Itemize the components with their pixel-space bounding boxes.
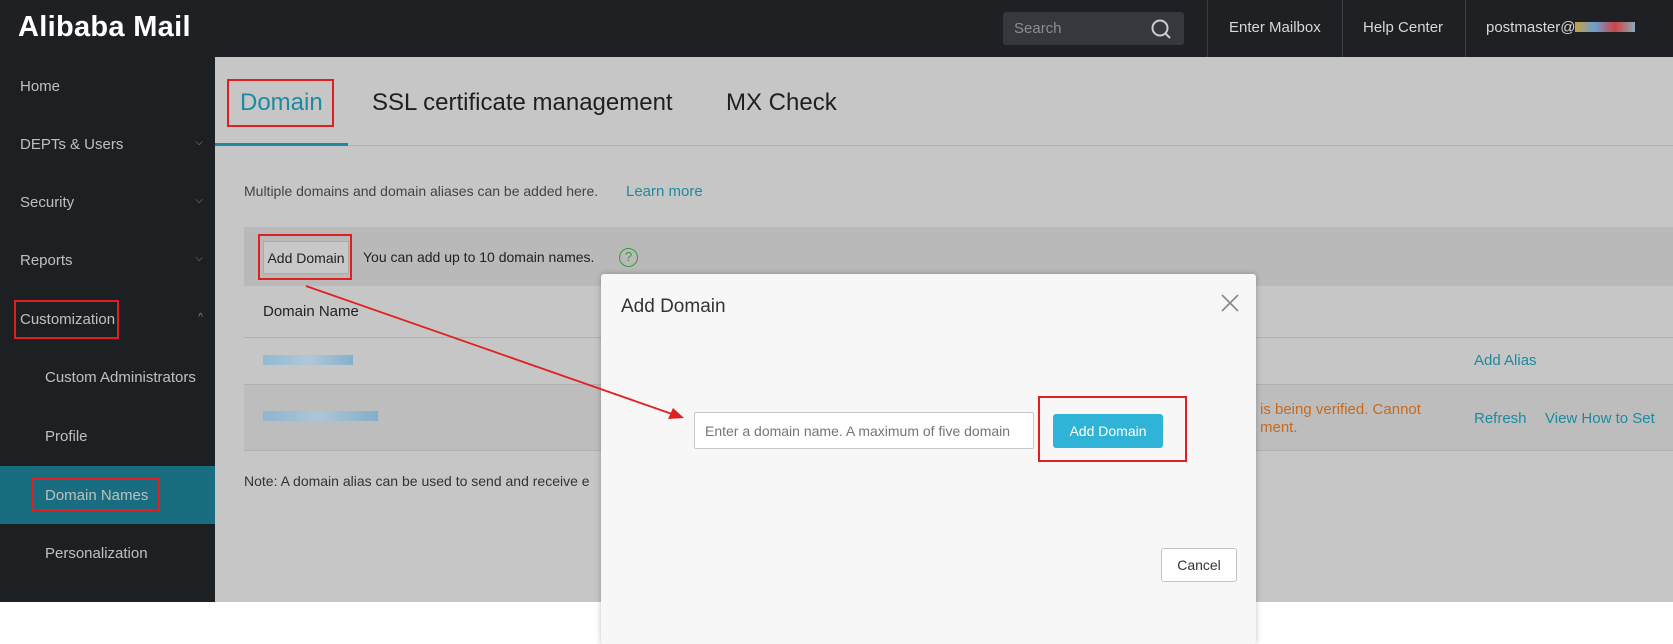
- help-icon[interactable]: ?: [619, 248, 638, 267]
- search-icon[interactable]: [1150, 18, 1172, 40]
- user-account-menu[interactable]: postmaster@: [1486, 19, 1636, 36]
- annotation-box: [1038, 396, 1187, 462]
- obscured-domain-name: [263, 411, 378, 421]
- annotation-box: [227, 79, 334, 127]
- user-email: postmaster@: [1486, 19, 1576, 36]
- divider: [1465, 0, 1466, 57]
- refresh-link[interactable]: Refresh: [1474, 410, 1527, 427]
- top-header: Alibaba Mail Search Enter Mailbox Help C…: [0, 0, 1673, 57]
- description: Multiple domains and domain aliases can …: [244, 183, 599, 199]
- logo: Alibaba Mail: [18, 11, 191, 43]
- view-how-to-set-link[interactable]: View How to Set: [1545, 410, 1655, 427]
- verification-status-cont: ment.: [1260, 419, 1298, 436]
- active-tab-indicator: [215, 143, 348, 146]
- obscured-domain-name: [263, 355, 353, 365]
- annotation-box: [32, 478, 160, 511]
- annotation-box: [14, 300, 119, 339]
- limit-text: You can add up to 10 domain names.: [363, 249, 595, 265]
- note-text: Note: A domain alias can be used to send…: [244, 473, 590, 489]
- dialog-title: Add Domain: [621, 296, 726, 317]
- help-center-link[interactable]: Help Center: [1363, 19, 1443, 36]
- add-alias-link[interactable]: Add Alias: [1474, 352, 1537, 369]
- search-placeholder: Search: [1014, 20, 1062, 37]
- divider: [1207, 0, 1208, 57]
- divider: [1342, 0, 1343, 57]
- annotation-box: [258, 234, 352, 280]
- verification-status: is being verified. Cannot: [1260, 401, 1421, 418]
- close-icon[interactable]: [1220, 293, 1240, 313]
- column-header-domain-name: Domain Name: [263, 303, 359, 320]
- domain-name-input[interactable]: [694, 412, 1034, 449]
- tab-mx-check[interactable]: MX Check: [726, 89, 837, 117]
- cancel-button[interactable]: Cancel: [1161, 548, 1237, 582]
- obscured-domain: [1575, 22, 1636, 32]
- enter-mailbox-link[interactable]: Enter Mailbox: [1229, 19, 1321, 36]
- tab-ssl[interactable]: SSL certificate management: [372, 89, 673, 117]
- tab-divider: [215, 145, 1673, 146]
- learn-more-link[interactable]: Learn more: [626, 183, 703, 200]
- search-input[interactable]: Search: [1003, 12, 1184, 45]
